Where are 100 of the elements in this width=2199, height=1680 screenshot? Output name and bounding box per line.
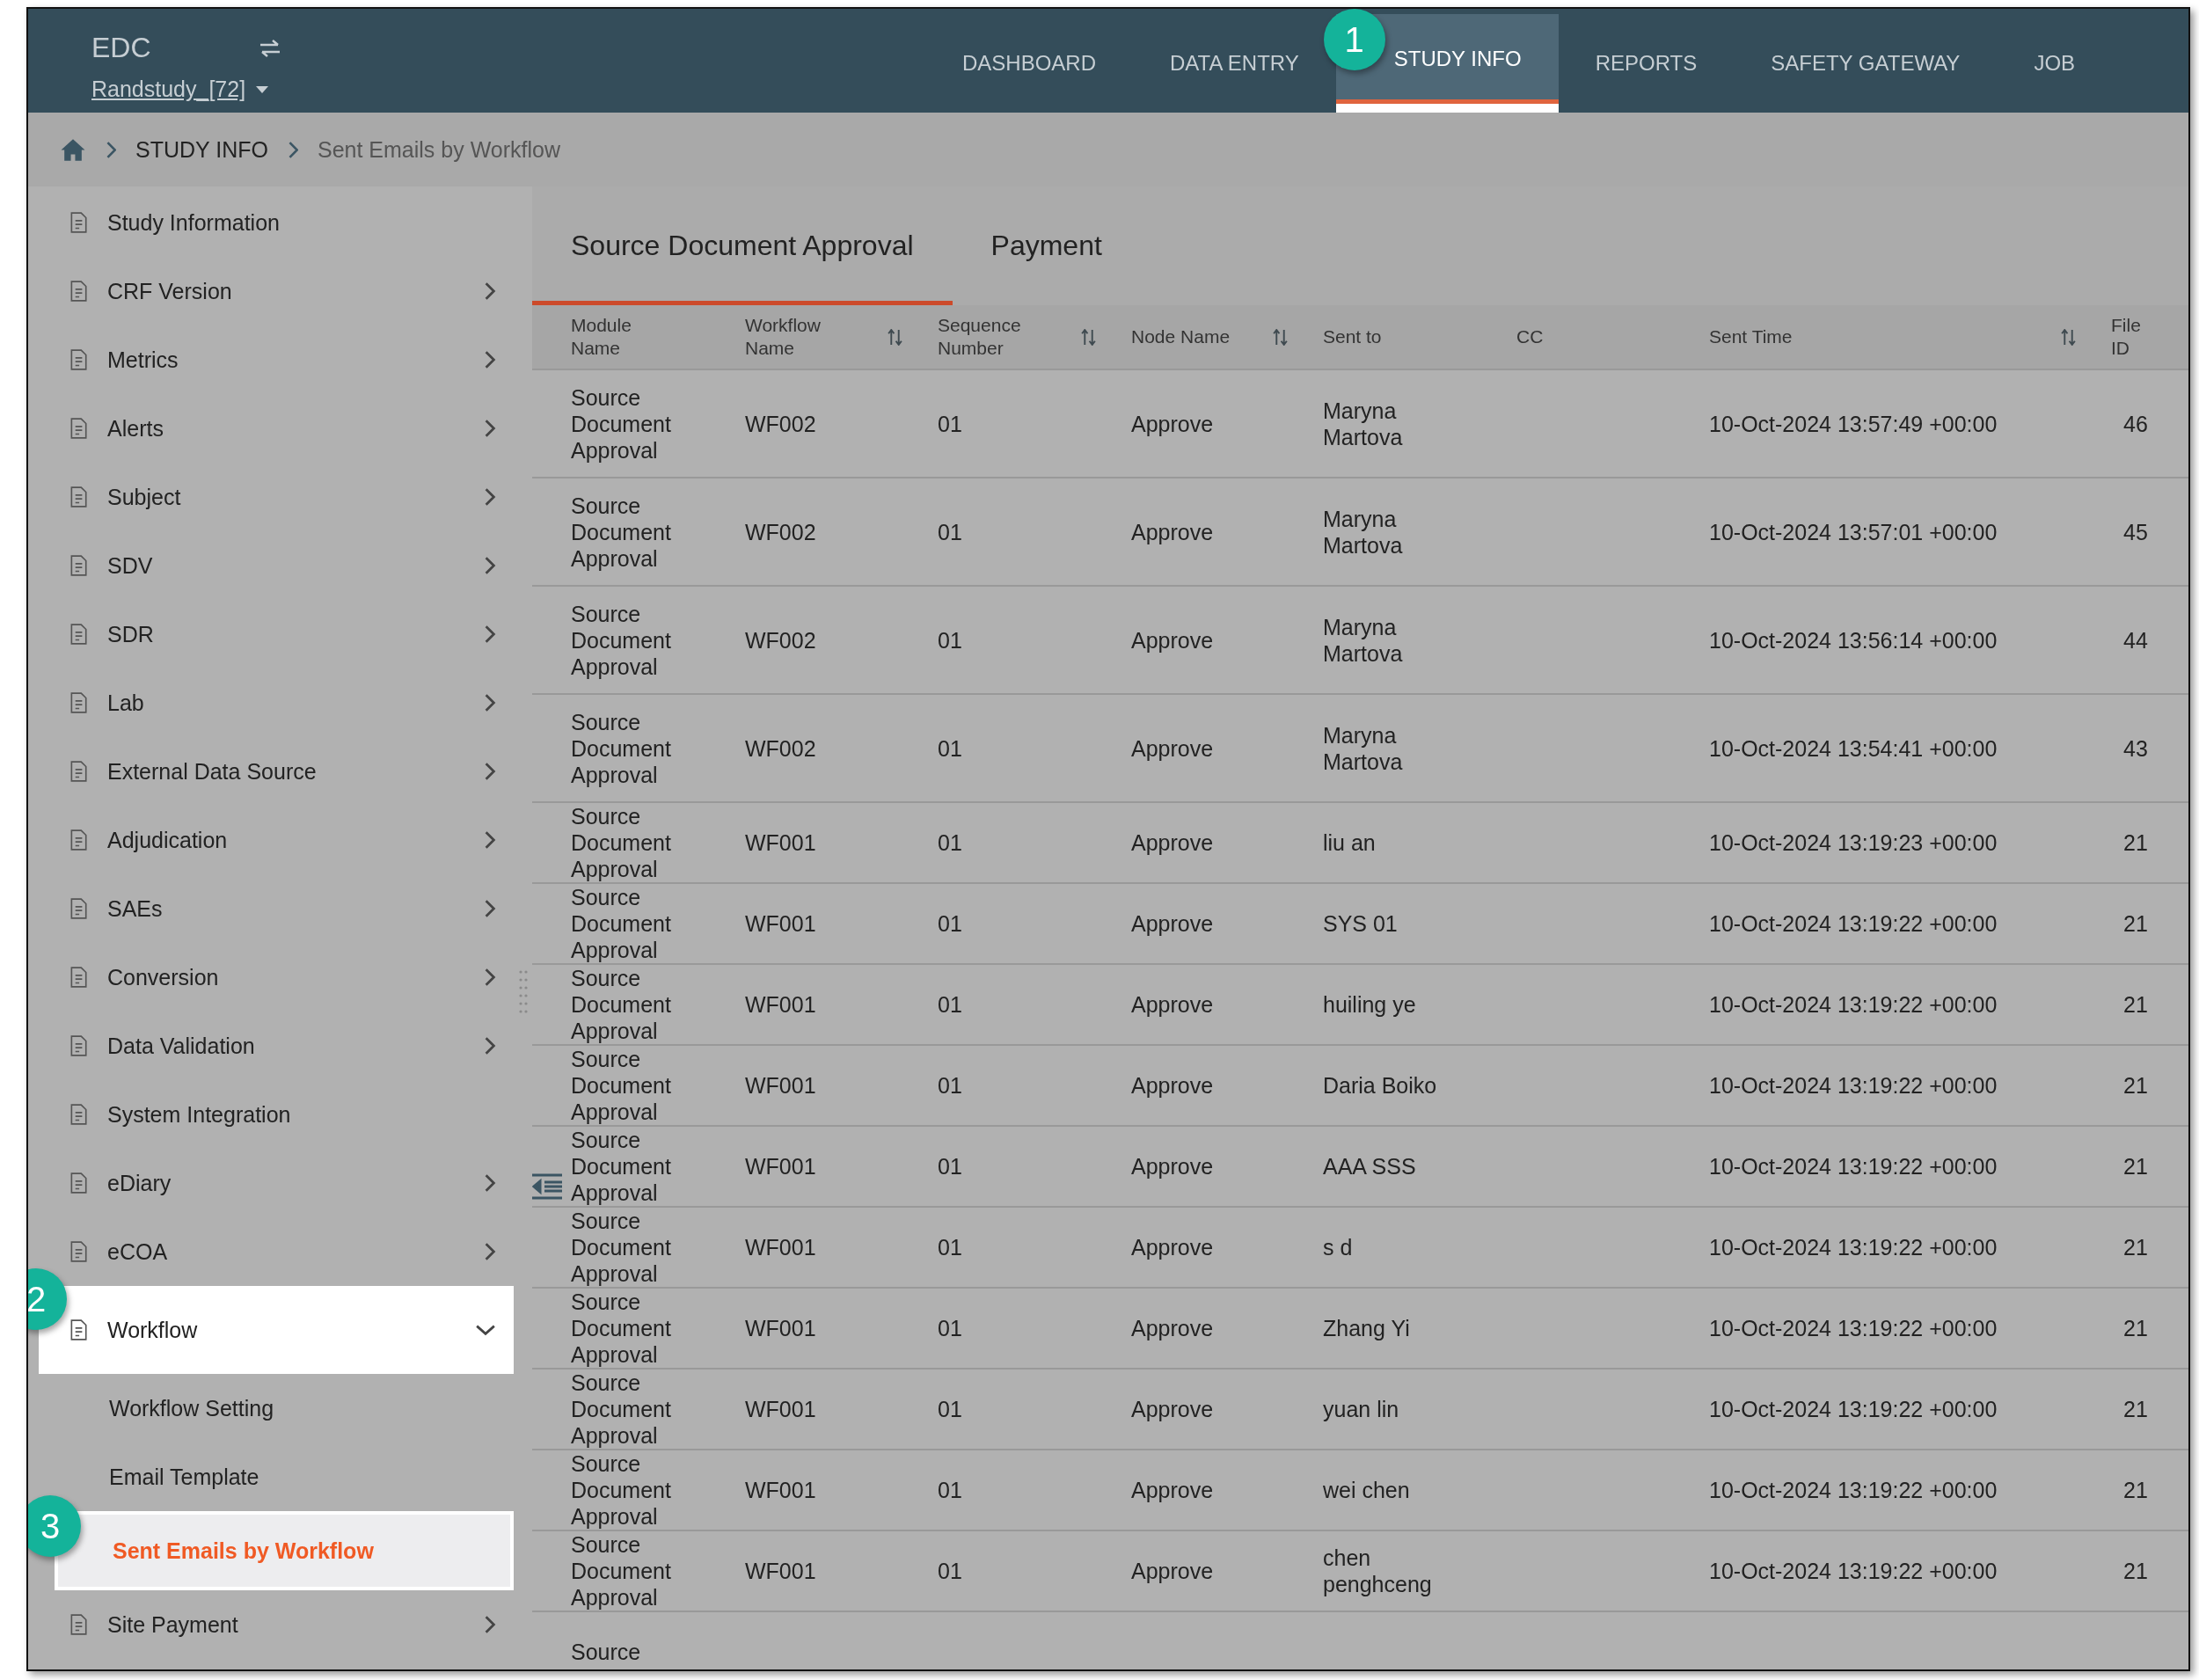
table-cell-text: Source Document Approval bbox=[571, 884, 672, 963]
sort-icon[interactable] bbox=[1081, 328, 1096, 346]
table-cell-text: WF001 bbox=[745, 1315, 817, 1341]
table-cell-text: 10-Oct-2024 13:19:22 +00:00 bbox=[1709, 1558, 1998, 1584]
column-header: Module Name bbox=[571, 314, 632, 360]
document-icon bbox=[69, 281, 88, 302]
table-cell-text: 01 bbox=[938, 1558, 963, 1584]
table-row[interactable]: Source Document Approval WF001 01 Approve chen penghceng 10-Oct-2024 13:19:22 +00:00 21 bbox=[532, 1531, 2188, 1612]
submenu-item[interactable]: Workflow Setting bbox=[28, 1374, 514, 1443]
table-cell-text: 21 bbox=[2122, 1558, 2149, 1584]
sidebar-item[interactable]: Metrics bbox=[28, 325, 514, 394]
study-selector[interactable]: Randstudy_[72] bbox=[91, 77, 269, 102]
table-cell-text: 21 bbox=[2122, 1315, 2149, 1341]
table-cell-text: Approve bbox=[1131, 1396, 1215, 1422]
table-cell-text: huiling ye bbox=[1323, 991, 1417, 1018]
table-cell-text: Source Document Approval bbox=[571, 1208, 672, 1287]
sidebar-item[interactable]: CRF Version bbox=[28, 257, 514, 325]
table-cell-text: 10-Oct-2024 13:19:22 +00:00 bbox=[1709, 991, 1998, 1018]
table-row[interactable]: Source Document Approval WF001 01 Approve Daria Boiko 10-Oct-2024 13:19:22 +00:00 21 bbox=[532, 1046, 2188, 1127]
callout-badge: 1 bbox=[1323, 9, 1385, 70]
table-row[interactable]: Source Document Approval WF001 01 Approve AAA SSS 10-Oct-2024 13:19:22 +00:00 21 bbox=[532, 1127, 2188, 1208]
table-cell-text: Daria Boiko bbox=[1323, 1072, 1438, 1099]
sort-icon[interactable] bbox=[888, 328, 902, 346]
table-cell-text: 01 bbox=[938, 518, 963, 545]
tab[interactable]: Payment bbox=[952, 186, 1141, 305]
table-cell-text: WF001 bbox=[745, 991, 817, 1018]
column-header: Sequence Number bbox=[938, 314, 1022, 360]
table-cell-text: WF002 bbox=[745, 734, 817, 762]
table-cell-text: s d bbox=[1323, 1234, 1354, 1260]
table-row[interactable]: Source Document Approval WF001 01 Approve s d 10-Oct-2024 13:19:22 +00:00 21 bbox=[532, 1208, 2188, 1289]
table-cell-text: Source bbox=[571, 1639, 642, 1665]
nav-tab[interactable]: SAFETY GATEWAY bbox=[1771, 51, 1961, 76]
table-row[interactable]: Source Document Approval WF001 01 Approve liu an 10-Oct-2024 13:19:23 +00:00 21 bbox=[532, 803, 2188, 884]
sidebar-item[interactable]: Data Validation bbox=[28, 1012, 514, 1080]
home-icon[interactable] bbox=[60, 137, 86, 162]
table-cell-text: 21 bbox=[2122, 1153, 2149, 1180]
table-row[interactable]: Source Document Approval WF001 01 Approve SYS 01 10-Oct-2024 13:19:22 +00:00 21 bbox=[532, 884, 2188, 965]
table-row[interactable]: Source Document Approval WF001 01 Approve huiling ye 10-Oct-2024 13:19:22 +00:00 21 bbox=[532, 965, 2188, 1046]
table-cell-text: WF002 bbox=[745, 518, 817, 545]
document-icon bbox=[69, 486, 88, 508]
sidebar-item[interactable]: External Data Source bbox=[28, 737, 514, 806]
table-cell-text: Source Document Approval bbox=[571, 1370, 672, 1449]
tab[interactable]: Source Document Approval bbox=[532, 186, 953, 305]
table-cell-text: WF001 bbox=[745, 1558, 817, 1584]
table-row[interactable]: Source Document Approval WF001 01 Approve Zhang Yi 10-Oct-2024 13:19:22 +00:00 21 bbox=[532, 1289, 2188, 1370]
sidebar-item[interactable]: Study Information bbox=[28, 188, 514, 257]
sidebar-item[interactable]: Conversion bbox=[28, 943, 514, 1012]
nav-tab[interactable]: DATA ENTRY bbox=[1170, 51, 1299, 76]
table-cell-text: 10-Oct-2024 13:19:22 +00:00 bbox=[1709, 910, 1998, 937]
table-cell-text: Source Document Approval bbox=[571, 492, 672, 572]
table-row[interactable]: Source Document Approval WF002 01 Approve Maryna Martova 10-Oct-2024 13:56:14 +00:00 44 bbox=[532, 587, 2188, 695]
table-cell-text: 01 bbox=[938, 410, 963, 437]
breadcrumb-link[interactable]: STUDY INFO bbox=[135, 136, 268, 163]
table-cell-text: 01 bbox=[938, 1396, 963, 1422]
table-cell-text: Maryna Martova bbox=[1323, 505, 1404, 559]
table-row[interactable]: Source Document Approval WF002 01 Approve Maryna Martova 10-Oct-2024 13:54:41 +00:00 43 bbox=[532, 695, 2188, 803]
sidebar-item[interactable]: SAEs bbox=[28, 874, 514, 943]
nav-tab[interactable]: DASHBOARD bbox=[962, 51, 1097, 76]
sidebar-item[interactable]: Lab bbox=[28, 668, 514, 737]
table-cell-text: Source Document Approval bbox=[571, 803, 672, 882]
collapse-sidebar-icon[interactable] bbox=[532, 1173, 562, 1200]
table-row[interactable]: Source Document Approval WF002 01 Approve Maryna Martova 10-Oct-2024 13:57:01 +00:00 45 bbox=[532, 478, 2188, 587]
column-header: Sent to bbox=[1323, 325, 1382, 348]
sidebar-item[interactable]: Alerts bbox=[28, 394, 514, 463]
table-cell-text: 10-Oct-2024 13:57:01 +00:00 bbox=[1709, 518, 1998, 545]
table-cell-text: Approve bbox=[1131, 910, 1215, 937]
table-cell-text: WF001 bbox=[745, 1477, 817, 1503]
sort-icon[interactable] bbox=[1273, 328, 1288, 346]
table-row[interactable]: Source Document Approval WF001 01 Approve wei chen 10-Oct-2024 13:19:22 +00:00 21 bbox=[532, 1450, 2188, 1531]
sidebar-item[interactable]: System Integration bbox=[28, 1080, 514, 1149]
table-row[interactable]: Source Document Approval WF002 01 Approve Maryna Martova 10-Oct-2024 13:57:49 +00:00 46 bbox=[532, 370, 2188, 478]
table-cell-text: Approve bbox=[1131, 734, 1215, 762]
table-cell-text: Maryna Martova bbox=[1323, 613, 1404, 667]
table-cell-text: WF001 bbox=[745, 1072, 817, 1099]
table-cell-text: 44 bbox=[2122, 626, 2149, 654]
nav-tab[interactable]: REPORTS bbox=[1595, 51, 1698, 76]
breadcrumb-current: Sent Emails by Workflow bbox=[317, 136, 560, 163]
nav-tab[interactable]: STUDY INFO bbox=[1393, 47, 1522, 71]
table-cell-text: WF001 bbox=[745, 1234, 817, 1260]
sidebar-item[interactable]: Site Payment bbox=[28, 1590, 514, 1659]
chevron-icon bbox=[287, 141, 298, 158]
sidebar-item[interactable]: SDR bbox=[28, 600, 514, 668]
sidebar-item[interactable]: Subject bbox=[28, 463, 514, 531]
sidebar-item[interactable]: SDV bbox=[28, 531, 514, 600]
nav-tab[interactable]: JOB bbox=[2034, 51, 2076, 76]
table-cell-text: Approve bbox=[1131, 410, 1215, 437]
document-icon bbox=[69, 1035, 88, 1056]
table-cell-text: 01 bbox=[938, 1315, 963, 1341]
table-cell-text: Maryna Martova bbox=[1323, 397, 1404, 450]
table-row[interactable]: Source bbox=[532, 1612, 2188, 1669]
table-cell-text: 10-Oct-2024 13:54:41 +00:00 bbox=[1709, 734, 1998, 762]
table-cell-text: 01 bbox=[938, 829, 963, 856]
sidebar-item[interactable]: eDiary bbox=[28, 1149, 514, 1217]
table-cell-text: Approve bbox=[1131, 1477, 1215, 1503]
sidebar-item[interactable]: Adjudication bbox=[28, 806, 514, 874]
column-header: Sent Time bbox=[1709, 325, 1793, 348]
table-cell-text: chen penghceng bbox=[1323, 1545, 1433, 1597]
table-row[interactable]: Source Document Approval WF001 01 Approve yuan lin 10-Oct-2024 13:19:22 +00:00 21 bbox=[532, 1370, 2188, 1450]
table-cell-text: 10-Oct-2024 13:19:22 +00:00 bbox=[1709, 1234, 1998, 1260]
sort-icon[interactable] bbox=[2061, 328, 2076, 346]
